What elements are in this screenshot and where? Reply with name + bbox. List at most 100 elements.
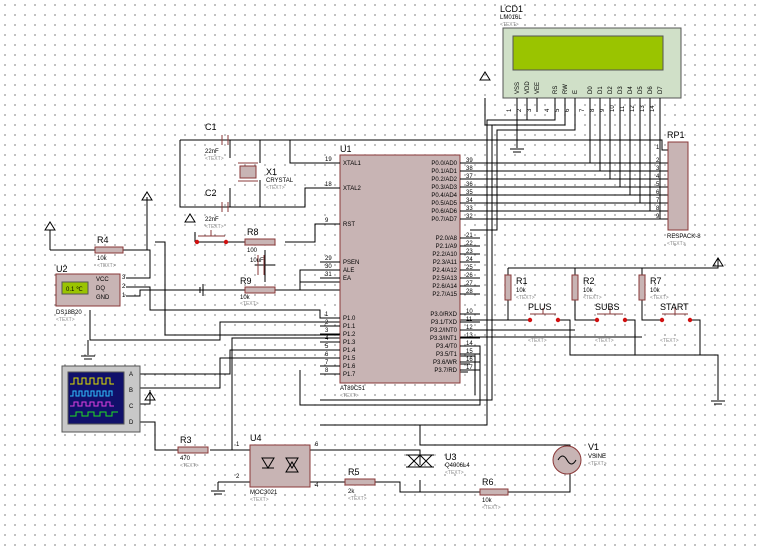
lcd-pin-label: RS <box>553 86 559 94</box>
button-plus-text-placeholder: <TEXT> <box>528 338 547 344</box>
mcu-pin-label: P3.5/T1 <box>436 352 458 358</box>
mcu-pin-number: 19 <box>325 157 332 163</box>
lcd-pin-number: 5 <box>555 108 561 112</box>
resistor-r9[interactable]: R9 10k <TEXT> <box>240 276 276 307</box>
mcu-pin-number: 12 <box>466 325 473 331</box>
lcd-pin-number: 12 <box>630 105 636 112</box>
mcu-pin-label: P3.6/WR <box>433 360 458 366</box>
mcu-pin-number: 13 <box>466 333 473 339</box>
scope-channel-label: D <box>129 420 134 426</box>
triac-u3[interactable]: U3 Q4006L4 <TEXT> <box>406 452 470 476</box>
mcu-model: AT89C51 <box>340 386 366 392</box>
mcu-chip[interactable]: U1 AT89C51 <TEXT> 19XTAL118XTAL29RST29PS… <box>320 144 480 399</box>
button-start[interactable]: START <TEXT> <box>659 302 693 344</box>
lcd-pin-label: D6 <box>648 86 654 94</box>
ac-source-v1[interactable]: V1 VSINE <TEXT> <box>552 442 607 475</box>
mcu-pin-label: P3.4/T0 <box>436 344 458 350</box>
resistor-r8[interactable]: R8 100 <box>244 227 276 254</box>
resistor-r3[interactable]: R3 470 <TEXT> <box>177 435 209 469</box>
lcd-pin-number: 2 <box>517 108 523 112</box>
x1-ref: X1 <box>266 167 277 177</box>
mcu-pin-number: 8 <box>325 368 329 374</box>
u2-display: 0.1 ℃ <box>66 287 83 293</box>
button-subs-text-placeholder: <TEXT> <box>595 338 614 344</box>
capacitor-c2[interactable]: C2 22nF <TEXT> <box>205 188 229 230</box>
mcu-pin-label: P0.3/AD3 <box>431 185 457 191</box>
lcd-pin-number: 4 <box>545 108 551 112</box>
resistor-r7[interactable]: R7 10k <TEXT> <box>638 274 669 301</box>
rp1-ref: RP1 <box>667 130 685 140</box>
u4-pin-4: 4 <box>315 483 319 489</box>
mcu-pin-label: P3.2/INT0 <box>430 328 458 334</box>
resistor-r6[interactable]: R6 10k <TEXT> <box>479 477 509 511</box>
u2-ref: U2 <box>56 264 68 274</box>
resistor-r2[interactable]: R2 10k <TEXT> <box>571 274 602 301</box>
mcu-pin-label: P1.5 <box>343 356 356 362</box>
mcu-pin-number: 17 <box>466 365 473 371</box>
lcd-pin-number: 10 <box>610 105 616 112</box>
crystal-x1[interactable]: X1 CRYSTAL <TEXT> <box>238 162 294 191</box>
u4-pin-2: 2 <box>236 474 240 480</box>
rp1-pin-number: 1 <box>656 145 660 151</box>
mcu-pin-label: P0.7/AD7 <box>431 217 457 223</box>
mcu-pin-number: 24 <box>466 257 473 263</box>
rp1-model: RESPACK-8 <box>667 234 701 240</box>
vcc-icon <box>184 213 196 223</box>
lcd-pin-label: D4 <box>628 86 634 94</box>
resistor-r1[interactable]: R1 10k <TEXT> <box>504 274 535 301</box>
lcd-pin-label: RW <box>563 84 569 94</box>
u2-pin-label: GND <box>96 295 110 301</box>
button-subs[interactable]: SUBS <TEXT> <box>594 302 628 344</box>
mcu-pin-label: P3.0/RXD <box>430 312 457 318</box>
lcd-ref: LCD1 <box>500 4 523 14</box>
lcd-pin-label: D3 <box>618 86 624 94</box>
mcu-pin-number: 21 <box>466 233 473 239</box>
mcu-pin-label: P2.6/A14 <box>432 284 457 290</box>
oscilloscope[interactable]: A B C D <box>61 365 141 433</box>
lcd-pin-number: 7 <box>580 108 586 112</box>
mcu-pin-label: P2.1/A9 <box>436 244 458 250</box>
button-plus[interactable]: PLUS <TEXT> <box>527 302 561 344</box>
mcu-pin-number: 37 <box>466 174 473 180</box>
mcu-pin-number: 9 <box>325 218 329 224</box>
lcd-pin-number: 13 <box>640 105 646 112</box>
mcu-pin-number: 23 <box>466 249 473 255</box>
mcu-pin-number: 10 <box>466 309 473 315</box>
u4-ref: U4 <box>250 433 262 443</box>
respack-rp1[interactable]: RP1 RESPACK-8 <TEXT> 123456789 <box>656 130 701 247</box>
mcu-pin-number: 14 <box>466 341 473 347</box>
u2-pin-number: 3 <box>122 275 126 281</box>
r1-text-placeholder: <TEXT> <box>516 295 535 301</box>
v1-ref: V1 <box>588 442 599 452</box>
lcd-module[interactable]: LCD1 LM016L <TEXT> VSS 1 VDD 2 VEE 3 RS 4 RW 5 E 6 D… <box>500 4 682 112</box>
lcd-pin-label: D2 <box>608 86 614 94</box>
button-subs-label: SUBS <box>595 302 620 312</box>
mcu-pin-label: P0.6/AD6 <box>431 209 457 215</box>
u2-model: DS18B20 <box>56 310 82 316</box>
u2-pin-number: 2 <box>122 284 126 290</box>
resistor-r5[interactable]: R5 2k <TEXT> <box>344 467 376 502</box>
schematic-canvas[interactable]: LCD1 LM016L <TEXT> VSS 1 VDD 2 VEE 3 RS 4 RW 5 E 6 D… <box>0 0 763 553</box>
mcu-pin-label: P0.4/AD4 <box>431 193 457 199</box>
mcu-pin-number: 35 <box>466 190 473 196</box>
sensor-u2[interactable]: 0.1 ℃ U2 DS18B20 <TEXT> VCC 3 DQ 2 GND 1 <box>55 264 126 323</box>
mcu-pin-number: 11 <box>466 317 473 323</box>
u4-pin-6: 6 <box>315 442 319 448</box>
mcu-pin-number: 39 <box>466 158 473 164</box>
lcd-pin-label: VSS <box>515 82 521 94</box>
c2-value: 22nF <box>205 217 219 223</box>
r2-value: 10k <box>583 288 594 294</box>
capacitor-c1[interactable]: C1 22nF <TEXT> <box>205 122 229 162</box>
mcu-pin-label: P2.2/A10 <box>432 252 457 258</box>
v1-model: VSINE <box>588 454 606 460</box>
mcu-pin-label: P1.1 <box>343 324 356 330</box>
optocoupler-u4[interactable]: U4 MOC3021 <TEXT> 1 2 6 4 <box>236 433 319 503</box>
x1-text-placeholder: <TEXT> <box>266 185 285 191</box>
resistor-r4[interactable]: R4 10k <TEXT> <box>94 235 124 269</box>
mcu-pin-number: 4 <box>325 336 329 342</box>
lcd-pin-number: 1 <box>507 108 513 112</box>
v1-text-placeholder: <TEXT> <box>588 461 607 467</box>
mcu-pin-number: 2 <box>325 320 329 326</box>
u4-pin-1: 1 <box>236 442 240 448</box>
r5-text-placeholder: <TEXT> <box>348 496 367 502</box>
